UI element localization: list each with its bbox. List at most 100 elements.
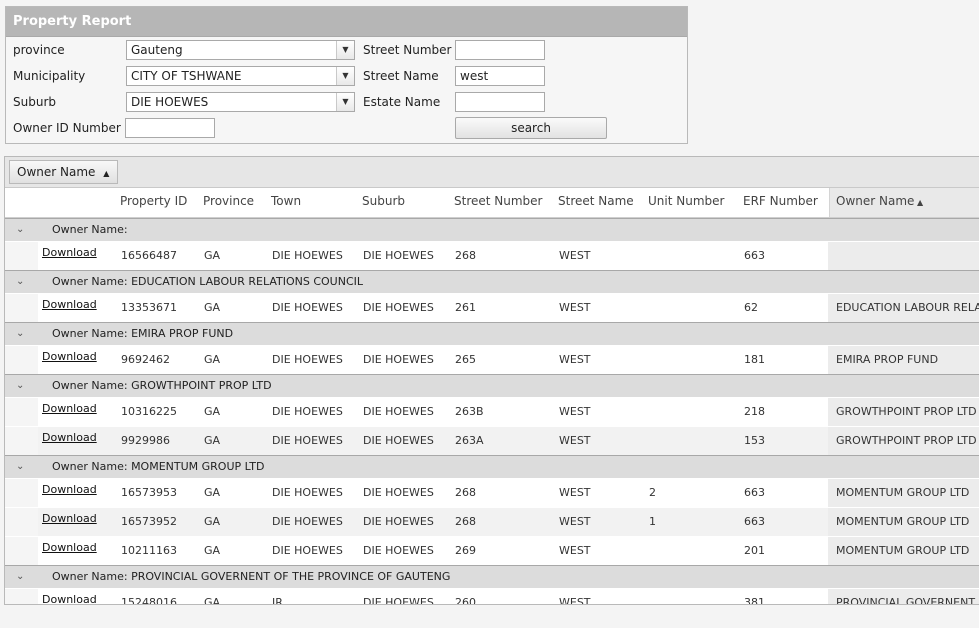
- sort-asc-icon: ▲: [914, 198, 924, 207]
- column-header-label: Property ID: [120, 194, 188, 208]
- table-row[interactable]: Download 9692462 GA DIE HOEWES DIE HOEWES 265…: [5, 345, 979, 374]
- download-link[interactable]: Download: [42, 242, 97, 264]
- table-row[interactable]: Download 16573953 GA DIE HOEWES DIE HOEWES 26…: [5, 478, 979, 507]
- column-header[interactable]: Province: [203, 188, 254, 217]
- column-header-label: Street Name: [558, 194, 634, 208]
- chevron-down-icon[interactable]: ▼: [336, 41, 354, 59]
- municipality-label: Municipality: [13, 69, 86, 83]
- municipality-select[interactable]: CITY OF TSHWANE ▼: [126, 66, 355, 86]
- column-header-row: Property ID Province Town Suburb Street Numb…: [5, 188, 979, 218]
- column-header[interactable]: Street Name: [558, 188, 634, 217]
- cell-town: DIE HOEWES: [272, 434, 343, 447]
- group-label: Owner Name: EMIRA PROP FUND: [52, 327, 234, 340]
- municipality-value: CITY OF TSHWANE: [131, 69, 242, 83]
- search-button[interactable]: search: [455, 117, 607, 139]
- street-number-input[interactable]: [455, 40, 545, 60]
- group-indent: [5, 589, 38, 604]
- cell-street-number: 268: [455, 515, 476, 528]
- cell-province: GA: [204, 596, 221, 605]
- province-value: Gauteng: [131, 43, 183, 57]
- download-link[interactable]: Download: [42, 427, 97, 449]
- collapse-icon[interactable]: ⌄: [16, 323, 24, 345]
- cell-suburb: DIE HOEWES: [363, 434, 434, 447]
- cell-town: JR: [272, 596, 283, 605]
- street-name-input[interactable]: west: [455, 66, 545, 86]
- results-grid: Owner Name ▲ Property ID Province Town Subu…: [4, 156, 979, 605]
- group-indent: [5, 398, 38, 426]
- cell-town: DIE HOEWES: [272, 353, 343, 366]
- column-header-label: Suburb: [362, 194, 405, 208]
- property-report-panel: Property Report province Gauteng ▼ Munic…: [5, 6, 688, 144]
- chevron-down-icon[interactable]: ▼: [336, 67, 354, 85]
- download-link[interactable]: Download: [42, 589, 97, 604]
- column-header[interactable]: Unit Number: [648, 188, 724, 217]
- cell-suburb: DIE HOEWES: [363, 353, 434, 366]
- group-indent: [5, 508, 38, 536]
- group-row: ⌄ Owner Name: MOMENTUM GROUP LTD: [5, 455, 979, 478]
- suburb-select[interactable]: DIE HOEWES ▼: [126, 92, 355, 112]
- collapse-icon[interactable]: ⌄: [16, 219, 24, 241]
- cell-id: 16573952: [121, 515, 177, 528]
- table-row[interactable]: Download 13353671 GA DIE HOEWES DIE HOEWES 26…: [5, 293, 979, 322]
- collapse-icon[interactable]: ⌄: [16, 271, 24, 293]
- column-header-label: Street Number: [454, 194, 543, 208]
- group-chip-label: Owner Name: [17, 165, 96, 179]
- table-row[interactable]: Download 9929986 GA DIE HOEWES DIE HOEWES 263…: [5, 426, 979, 455]
- chevron-down-icon[interactable]: ▼: [336, 93, 354, 111]
- download-link[interactable]: Download: [42, 346, 97, 368]
- cell-owner: GROWTHPOINT PROP LTD: [836, 434, 977, 447]
- province-select[interactable]: Gauteng ▼: [126, 40, 355, 60]
- grid-body: ⌄ Owner Name: Download 16566487 GA DIE HOEWE…: [5, 218, 979, 605]
- cell-owner: GROWTHPOINT PROP LTD: [836, 405, 977, 418]
- download-link[interactable]: Download: [42, 398, 97, 420]
- download-link[interactable]: Download: [42, 537, 97, 559]
- cell-province: GA: [204, 486, 221, 499]
- column-header[interactable]: ERF Number: [743, 188, 818, 217]
- group-row: ⌄ Owner Name:: [5, 218, 979, 241]
- collapse-icon[interactable]: ⌄: [16, 375, 24, 397]
- column-header[interactable]: Suburb: [362, 188, 405, 217]
- table-row[interactable]: Download 10316225 GA DIE HOEWES DIE HOEWES 26…: [5, 397, 979, 426]
- cell-suburb: DIE HOEWES: [363, 544, 434, 557]
- cell-street-name: WEST: [559, 301, 591, 314]
- street-name-label: Street Name: [363, 69, 439, 83]
- download-link[interactable]: Download: [42, 508, 97, 530]
- collapse-icon[interactable]: ⌄: [16, 456, 24, 478]
- group-label: Owner Name: MOMENTUM GROUP LTD: [52, 460, 265, 473]
- sort-asc-icon: ▲: [103, 169, 110, 178]
- group-row: ⌄ Owner Name: EMIRA PROP FUND: [5, 322, 979, 345]
- column-header[interactable]: Owner Name ▲: [829, 188, 979, 217]
- column-header[interactable]: Property ID: [120, 188, 187, 217]
- group-chip-owner-name[interactable]: Owner Name ▲: [9, 160, 119, 184]
- group-row: ⌄ Owner Name: GROWTHPOINT PROP LTD: [5, 374, 979, 397]
- group-label: Owner Name: EDUCATION LABOUR RELATIONS C…: [52, 275, 363, 288]
- cell-suburb: DIE HOEWES: [363, 515, 434, 528]
- cell-street-number: 263B: [455, 405, 484, 418]
- estate-name-input[interactable]: [455, 92, 545, 112]
- cell-owner: EMIRA PROP FUND: [836, 353, 939, 366]
- cell-town: DIE HOEWES: [272, 301, 343, 314]
- sorted-column-cell: [828, 242, 979, 270]
- group-label: Owner Name: PROVINCIAL GOVERNENT OF THE …: [52, 570, 451, 583]
- cell-id: 10316225: [121, 405, 177, 418]
- collapse-icon[interactable]: ⌄: [16, 566, 24, 588]
- download-link[interactable]: Download: [42, 294, 97, 316]
- column-header[interactable]: Street Number: [454, 188, 542, 217]
- table-row[interactable]: Download 16566487 GA DIE HOEWES DIE HOEWES 26…: [5, 241, 979, 270]
- table-row[interactable]: Download 10211163 GA DIE HOEWES DIE HOEWES 26…: [5, 536, 979, 565]
- cell-street-number: 263A: [455, 434, 484, 447]
- cell-street-number: 268: [455, 249, 476, 262]
- table-row[interactable]: Download 16573952 GA DIE HOEWES DIE HOEWES 26…: [5, 507, 979, 536]
- cell-town: DIE HOEWES: [272, 515, 343, 528]
- cell-owner: MOMENTUM GROUP LTD: [836, 486, 970, 499]
- download-link[interactable]: Download: [42, 479, 97, 501]
- owner-id-input[interactable]: [125, 118, 215, 138]
- table-row[interactable]: Download 15248016 GA JR DIE HOEWES 260 WEST 381…: [5, 588, 979, 605]
- column-header[interactable]: Town: [271, 188, 301, 217]
- cell-erf: 663: [744, 515, 765, 528]
- column-header-label: ERF Number: [743, 194, 818, 208]
- suburb-value: DIE HOEWES: [131, 95, 209, 109]
- cell-province: GA: [204, 301, 221, 314]
- cell-province: GA: [204, 515, 221, 528]
- cell-erf: 663: [744, 486, 765, 499]
